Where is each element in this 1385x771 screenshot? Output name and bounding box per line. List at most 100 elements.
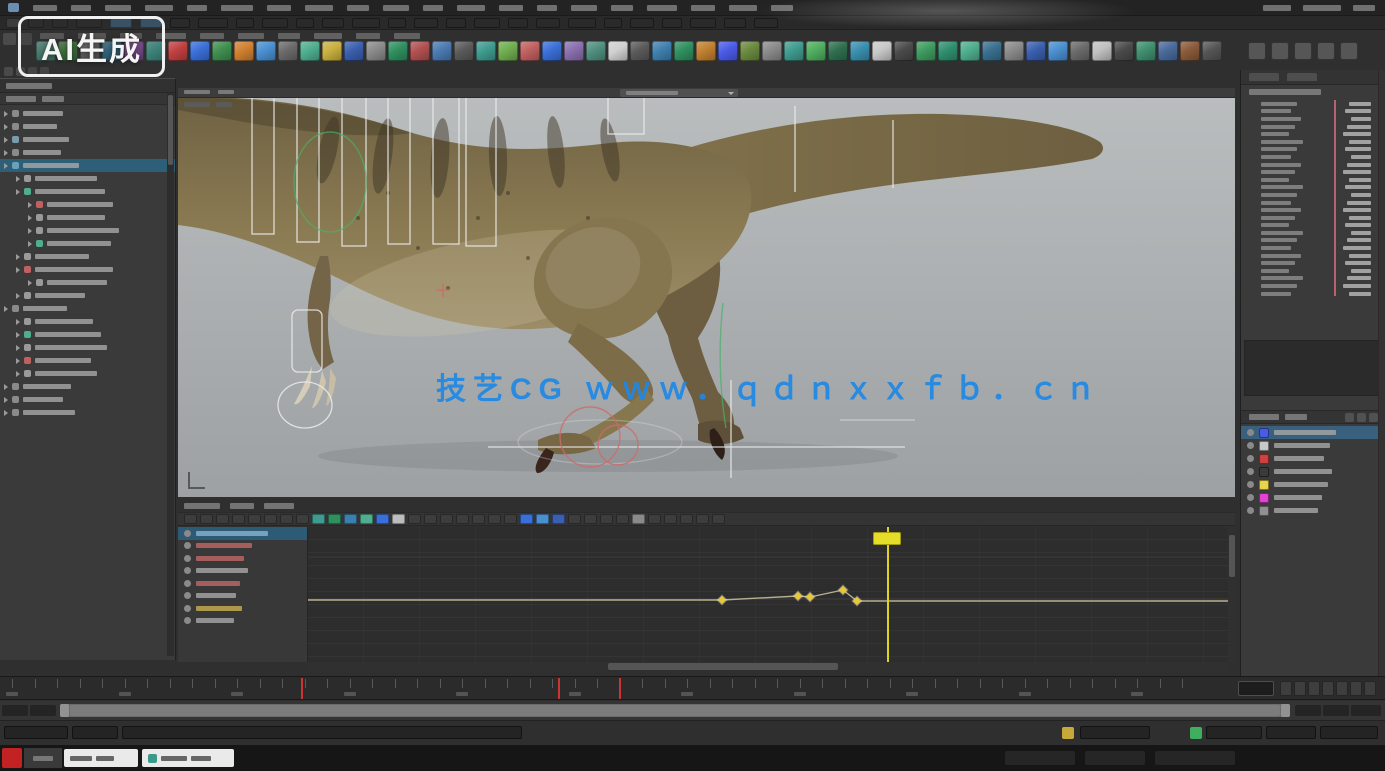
shelf-icon[interactable] <box>388 41 408 61</box>
layer-row[interactable] <box>1241 491 1385 504</box>
expand-arrow-icon[interactable] <box>16 176 20 182</box>
layer-color-swatch[interactable] <box>1259 454 1269 464</box>
shelf-tab[interactable] <box>238 33 264 39</box>
channel-row[interactable] <box>1241 214 1385 222</box>
new-layer-selected-icon[interactable] <box>1357 413 1366 422</box>
expand-arrow-icon[interactable] <box>4 384 8 390</box>
graph-tool-icon[interactable] <box>584 514 597 524</box>
graph-track[interactable] <box>178 527 307 540</box>
outliner-item[interactable] <box>0 315 175 328</box>
shelf-icon[interactable] <box>872 41 892 61</box>
shelf-icon[interactable] <box>960 41 980 61</box>
outliner-item[interactable] <box>0 393 175 406</box>
graph-tool-icon[interactable] <box>440 514 453 524</box>
toolbar-field[interactable] <box>236 18 254 28</box>
tray-item-3[interactable] <box>1155 751 1235 765</box>
menu-item[interactable] <box>771 5 793 11</box>
outliner-scrollbar[interactable] <box>167 93 174 656</box>
expand-arrow-icon[interactable] <box>28 228 32 234</box>
new-layer-icon[interactable] <box>1345 413 1354 422</box>
viewport-menu-view[interactable] <box>184 90 210 94</box>
channel-value[interactable] <box>1347 163 1371 167</box>
layer-color-swatch[interactable] <box>1259 467 1269 477</box>
graph-track[interactable] <box>178 615 307 628</box>
layer-color-swatch[interactable] <box>1259 506 1269 516</box>
outliner-item[interactable] <box>0 263 175 276</box>
outliner-item[interactable] <box>0 289 175 302</box>
shelf-icon[interactable] <box>168 41 188 61</box>
graph-tool-icon[interactable] <box>568 514 581 524</box>
graph-tool-icon[interactable] <box>280 514 293 524</box>
layout-single-icon[interactable] <box>4 67 13 76</box>
layer-editor-menu[interactable] <box>1285 414 1307 420</box>
channel-row[interactable] <box>1241 199 1385 207</box>
shelf-icon[interactable] <box>344 41 364 61</box>
layer-color-swatch[interactable] <box>1259 441 1269 451</box>
toolbar-field[interactable] <box>604 18 622 28</box>
channel-row[interactable] <box>1241 123 1385 131</box>
track-visibility-icon[interactable] <box>184 555 191 562</box>
expand-arrow-icon[interactable] <box>16 254 20 260</box>
shelf-icon[interactable] <box>938 41 958 61</box>
shelf-tab[interactable] <box>394 33 420 39</box>
expand-arrow-icon[interactable] <box>16 332 20 338</box>
channel-value[interactable] <box>1349 292 1371 296</box>
channel-value[interactable] <box>1351 193 1371 197</box>
toolbar-field[interactable] <box>352 18 380 28</box>
shelf-icon[interactable] <box>1048 41 1068 61</box>
visibility-icon[interactable] <box>1247 429 1254 436</box>
layer-row[interactable] <box>1241 426 1385 439</box>
shelf-icon[interactable] <box>982 41 1002 61</box>
playback-button[interactable] <box>1294 681 1306 696</box>
current-frame-field[interactable] <box>1238 681 1274 696</box>
outliner-item[interactable] <box>0 237 175 250</box>
layer-row[interactable] <box>1241 478 1385 491</box>
shelf-icon[interactable] <box>696 41 716 61</box>
expand-arrow-icon[interactable] <box>16 189 20 195</box>
outliner-item[interactable] <box>0 224 175 237</box>
graph-tool-icon[interactable] <box>680 514 693 524</box>
menu-item[interactable] <box>267 5 291 11</box>
channel-value[interactable] <box>1347 201 1371 205</box>
graph-tool-icon[interactable] <box>472 514 485 524</box>
graph-editor-menu[interactable] <box>230 503 254 509</box>
layer-row[interactable] <box>1241 452 1385 465</box>
panel-tool-icon[interactable] <box>1294 42 1312 60</box>
graph-track[interactable] <box>178 577 307 590</box>
shelf-icon[interactable] <box>740 41 760 61</box>
shelf-tab[interactable] <box>200 33 224 39</box>
channel-value[interactable] <box>1343 208 1371 212</box>
channel-row[interactable] <box>1241 244 1385 252</box>
graph-tool-icon[interactable] <box>712 514 725 524</box>
channel-value[interactable] <box>1349 254 1371 258</box>
toolbar-field[interactable] <box>508 18 528 28</box>
graph-track[interactable] <box>178 540 307 553</box>
shelf-icon[interactable] <box>718 41 738 61</box>
playback-button[interactable] <box>1322 681 1334 696</box>
track-visibility-icon[interactable] <box>184 567 191 574</box>
shelf-tab[interactable] <box>278 33 300 39</box>
playback-button[interactable] <box>1308 681 1320 696</box>
shelf-icon[interactable] <box>1026 41 1046 61</box>
expand-arrow-icon[interactable] <box>4 306 8 312</box>
menu-item[interactable] <box>145 5 173 11</box>
channel-value[interactable] <box>1345 109 1371 113</box>
layer-row[interactable] <box>1241 465 1385 478</box>
channel-value[interactable] <box>1345 261 1371 265</box>
menu-item[interactable] <box>729 5 757 11</box>
graph-tool-icon[interactable] <box>664 514 677 524</box>
menu-item[interactable] <box>105 5 131 11</box>
shelf-icon[interactable] <box>674 41 694 61</box>
outliner-item[interactable] <box>0 146 175 159</box>
track-visibility-icon[interactable] <box>184 542 191 549</box>
visibility-icon[interactable] <box>1247 455 1254 462</box>
channel-row[interactable] <box>1241 115 1385 123</box>
expand-arrow-icon[interactable] <box>16 345 20 351</box>
graph-tool-icon[interactable] <box>248 514 261 524</box>
outliner-menu-row[interactable] <box>0 93 175 105</box>
channel-row[interactable] <box>1241 153 1385 161</box>
channel-row[interactable] <box>1241 100 1385 108</box>
graph-hscroll-thumb[interactable] <box>608 663 838 670</box>
outliner-item[interactable] <box>0 198 175 211</box>
command-mode-selector[interactable] <box>4 726 68 739</box>
